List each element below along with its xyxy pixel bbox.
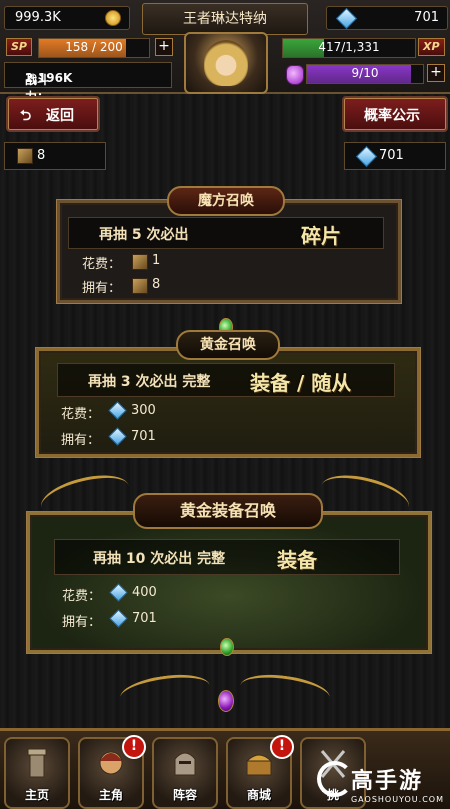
gold-coin-icon <box>105 10 121 26</box>
gem-value: 701 <box>414 10 439 25</box>
gold-scroll-ornament <box>118 669 212 714</box>
box-counter: 8 <box>4 142 106 170</box>
own-label: 拥有： <box>82 281 122 296</box>
watermark-url: GAOSHOUYOU.COM <box>350 795 444 804</box>
probability-label: 概率公示 <box>364 108 420 124</box>
hint-reward: 碎片 <box>301 224 341 248</box>
gem-icon <box>109 583 128 602</box>
cost-value: 400 <box>132 585 157 600</box>
player-avatar[interactable] <box>184 32 268 94</box>
knight-helmet-icon <box>174 752 196 776</box>
cost-label: 花费： <box>62 589 102 604</box>
treasure-chest-icon <box>245 754 273 776</box>
cost-label: 花费： <box>82 257 122 272</box>
cost-value: 1 <box>152 253 161 268</box>
sp-label: SP <box>6 38 32 56</box>
box-icon <box>132 278 148 294</box>
gold-summon-panel[interactable]: 再抽 3 次必出 完整 装备 / 随从 花费： 300 拥有： 701 <box>36 348 420 457</box>
gold-value: 999.3K <box>15 10 61 25</box>
gem-count: 701 <box>379 148 404 163</box>
back-button[interactable]: ⮌ 返回 <box>6 96 100 132</box>
avatar-face <box>204 40 248 86</box>
hint-reward: 装备 <box>277 548 317 572</box>
tower-icon <box>27 748 47 778</box>
player-name-plate: 王者琳达特纳 <box>142 3 308 35</box>
probability-button[interactable]: 概率公示 <box>342 96 448 132</box>
back-arrow-icon: ⮌ <box>20 108 32 124</box>
hint-reward: 装备 / 随从 <box>250 371 352 395</box>
nav-label: 商城 <box>246 788 271 802</box>
bottom-nav: 主页 主角 ! 阵容 商城 ! 挑 高手游 GAOSHOUYOU.COM <box>0 728 450 809</box>
logo-g-icon <box>316 761 353 797</box>
xp-label: XP <box>418 38 445 56</box>
alert-badge: ! <box>122 735 146 759</box>
gem-icon <box>108 401 127 420</box>
gold-summon-hint: 再抽 3 次必出 完整 装备 / 随从 <box>57 363 395 397</box>
sp-bar: 158 / 200 <box>38 38 150 58</box>
nav-label: 阵容 <box>172 788 197 802</box>
nav-shop[interactable]: 商城 ! <box>226 735 294 809</box>
own-value: 701 <box>131 429 156 444</box>
purple-jewel-ornament <box>218 690 234 712</box>
box-icon <box>132 254 148 270</box>
summon-screen: 999.3K 王者琳达特纳 701 SP 158 / 200 + 战斗力：2,1… <box>0 0 450 809</box>
sp-value: 158 / 200 <box>65 40 123 54</box>
status-bar: 999.3K 王者琳达特纳 701 SP 158 / 200 + 战斗力：2,1… <box>0 0 450 104</box>
cost-row: 花费： 1 <box>82 253 160 272</box>
potion-icon <box>286 65 304 85</box>
hint-text: 再抽 5 次必出 <box>99 227 189 243</box>
nav-hero[interactable]: 主角 ! <box>78 735 146 809</box>
gold-counter: 999.3K <box>4 6 130 30</box>
cost-label: 花费： <box>61 407 101 422</box>
cost-row: 花费： 400 <box>62 583 157 604</box>
green-jewel-ornament <box>220 638 234 656</box>
own-row: 拥有： 8 <box>82 277 160 296</box>
gem-icon <box>109 609 128 628</box>
cost-value: 300 <box>131 403 156 418</box>
gold-equipment-summon-title: 黄金装备召唤 <box>133 493 323 529</box>
add-sp-button[interactable]: + <box>155 38 173 56</box>
cube-summon-hint: 再抽 5 次必出 碎片 <box>68 217 384 249</box>
xp-value: 417/1,331 <box>318 40 380 54</box>
gold-equipment-summon-panel[interactable]: 再抽 10 次必出 完整 装备 花费： 400 拥有： 701 <box>27 512 431 653</box>
energy-value: 9/10 <box>351 66 379 80</box>
gem-resource-counter: 701 <box>344 142 446 170</box>
player-name: 王者琳达特纳 <box>183 11 267 27</box>
nav-lineup[interactable]: 阵容 <box>152 737 218 809</box>
gem-icon <box>335 7 358 30</box>
gold-summon-title: 黄金召唤 <box>176 330 280 360</box>
hint-text: 再抽 10 次必出 完整 <box>93 551 226 567</box>
gem-counter: 701 <box>326 6 448 30</box>
hint-text: 再抽 3 次必出 完整 <box>88 374 211 390</box>
box-count: 8 <box>37 148 46 163</box>
power-value: 2,196K <box>25 71 73 85</box>
own-label: 拥有： <box>61 433 101 448</box>
cube-summon-title: 魔方召唤 <box>167 186 285 216</box>
hero-face-icon <box>99 751 123 775</box>
gem-icon <box>108 427 127 446</box>
gold-equipment-summon-hint: 再抽 10 次必出 完整 装备 <box>54 539 400 575</box>
own-row: 拥有： 701 <box>61 427 156 448</box>
watermark-logo: 高手游 GAOSHOUYOU.COM <box>316 761 444 804</box>
own-value: 701 <box>132 611 157 626</box>
own-value: 8 <box>152 277 161 292</box>
nav-label: 主角 <box>98 788 123 802</box>
back-label: 返回 <box>46 108 74 124</box>
nav-home[interactable]: 主页 <box>4 737 70 809</box>
gem-icon <box>355 145 378 168</box>
own-row: 拥有： 701 <box>62 609 157 630</box>
combat-power: 战斗力：2,196K <box>4 62 172 104</box>
xp-bar: 417/1,331 <box>282 38 416 58</box>
watermark-brand: 高手游 <box>350 769 423 794</box>
nav-label: 主页 <box>24 788 49 802</box>
box-icon <box>17 148 33 164</box>
cost-row: 花费： 300 <box>61 401 156 422</box>
add-energy-button[interactable]: + <box>427 64 445 82</box>
energy-bar: 9/10 <box>306 64 424 84</box>
alert-badge: ! <box>270 735 294 759</box>
own-label: 拥有： <box>62 615 102 630</box>
gold-scroll-ornament <box>238 669 332 714</box>
